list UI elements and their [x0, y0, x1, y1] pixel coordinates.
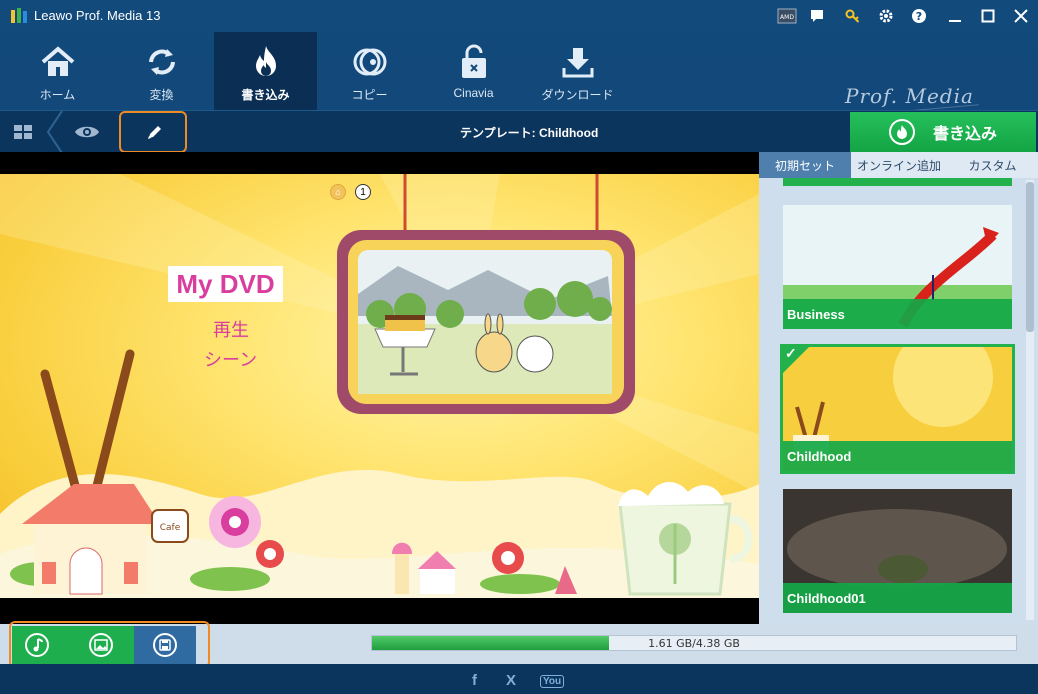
edit-template-button[interactable] — [140, 117, 170, 147]
title-bar: Leawo Prof. Media 13 AMD ? — [0, 0, 1038, 32]
pencil-icon — [148, 126, 161, 139]
nav-label: 書き込み — [241, 88, 290, 102]
gear-icon[interactable] — [875, 6, 897, 26]
burn-icon — [888, 119, 915, 145]
app-logo-icon — [11, 8, 27, 23]
app-title: Leawo Prof. Media 13 — [34, 8, 161, 23]
nav-label: コピー — [351, 88, 388, 102]
previous-template-edge — [783, 178, 1012, 186]
tab-default-set[interactable]: 初期セット — [759, 152, 851, 178]
amd-icon[interactable]: AMD — [776, 6, 798, 26]
brand-logo: Prof. Media — [845, 84, 974, 108]
key-icon[interactable] — [842, 6, 864, 26]
nav-label: ダウンロード — [541, 88, 614, 102]
scrollbar-thumb[interactable] — [1026, 182, 1034, 332]
nav-item-cinavia[interactable]: Cinavia — [422, 32, 525, 110]
svg-text:Cafe: Cafe — [160, 523, 181, 533]
page-number-badge: 1 — [355, 184, 371, 200]
help-icon[interactable]: ? — [908, 6, 930, 26]
disc-capacity-text: 1.61 GB/4.38 GB — [648, 637, 740, 650]
burn-button-label: 書き込み — [932, 126, 997, 143]
template-scrollbar[interactable] — [1026, 180, 1034, 620]
template-thumb-business[interactable]: Business — [783, 205, 1012, 329]
breadcrumb-divider — [46, 111, 63, 153]
nav-item-home[interactable]: ホーム — [6, 32, 109, 110]
burn-button[interactable]: 書き込み — [850, 112, 1036, 152]
eye-icon — [75, 126, 99, 138]
grid-icon — [14, 125, 32, 139]
template-title: テンプレート: Childhood — [460, 126, 599, 140]
maximize-icon[interactable] — [977, 6, 999, 26]
selected-check-icon: ✓ — [783, 347, 809, 373]
minimize-icon[interactable] — [944, 6, 966, 26]
sub-toolbar: テンプレート: Childhood 書き込み — [0, 110, 1038, 153]
play-menu-item[interactable]: 再生 — [213, 316, 249, 342]
main-nav: ホーム 変換 書き込み コピー Cinavia ダウンロード Prof. Med… — [0, 32, 1038, 140]
x-icon[interactable]: X — [506, 672, 516, 689]
layout-toggle-button[interactable] — [8, 117, 38, 147]
cinavia-icon — [454, 44, 494, 80]
template-thumb-childhood[interactable]: ✓ Childhood — [780, 344, 1015, 474]
menu-preview: Cafe ⌂ 1 My DVD 再生 シーン — [0, 152, 759, 624]
footer: f X You — [0, 664, 1038, 694]
svg-text:?: ? — [916, 10, 922, 23]
template-name: Childhood — [783, 441, 1012, 471]
nav-label: ホーム — [39, 88, 76, 102]
template-panel: 初期セット オンライン追加 カスタム Business ✓ Childhood … — [759, 152, 1038, 624]
copy-icon — [350, 44, 390, 80]
nav-item-copy[interactable]: コピー — [318, 32, 421, 110]
preview-button[interactable] — [72, 117, 102, 147]
download-icon — [558, 44, 598, 80]
bottom-toolbar: 1.61 GB/4.38 GB — [0, 621, 1038, 668]
app-window: Leawo Prof. Media 13 AMD ? ホーム 変換 書き込み コ… — [0, 0, 1038, 694]
template-thumb-childhood01[interactable]: Childhood01 — [783, 489, 1012, 613]
chat-icon[interactable] — [806, 6, 828, 26]
convert-icon — [142, 44, 182, 80]
youtube-icon[interactable]: You — [540, 675, 565, 688]
home-icon — [38, 44, 78, 80]
disc-capacity-bar: 1.61 GB/4.38 GB — [371, 635, 1017, 651]
nav-label: 変換 — [149, 88, 174, 102]
template-name: Childhood01 — [783, 583, 1012, 613]
facebook-icon[interactable]: f — [472, 672, 477, 689]
svg-text:AMD: AMD — [780, 14, 794, 21]
template-background: Cafe ⌂ 1 My DVD 再生 シーン — [0, 174, 759, 598]
tools-highlight — [9, 621, 210, 668]
tab-custom[interactable]: カスタム — [947, 152, 1038, 178]
nav-item-download[interactable]: ダウンロード — [526, 32, 629, 110]
tab-online-add[interactable]: オンライン追加 — [851, 152, 947, 178]
childhood-scene: Cafe — [0, 174, 759, 598]
burn-icon — [246, 44, 286, 80]
nav-item-convert[interactable]: 変換 — [110, 32, 213, 110]
template-tabs: 初期セット オンライン追加 カスタム — [759, 152, 1038, 178]
scene-menu-item[interactable]: シーン — [204, 346, 257, 372]
menu-title-text[interactable]: My DVD — [168, 266, 283, 302]
close-icon[interactable] — [1010, 6, 1032, 26]
template-name: Business — [783, 299, 1012, 329]
nav-label: Cinavia — [453, 86, 494, 100]
nav-item-burn[interactable]: 書き込み — [214, 32, 317, 110]
home-marker-icon: ⌂ — [330, 184, 346, 200]
